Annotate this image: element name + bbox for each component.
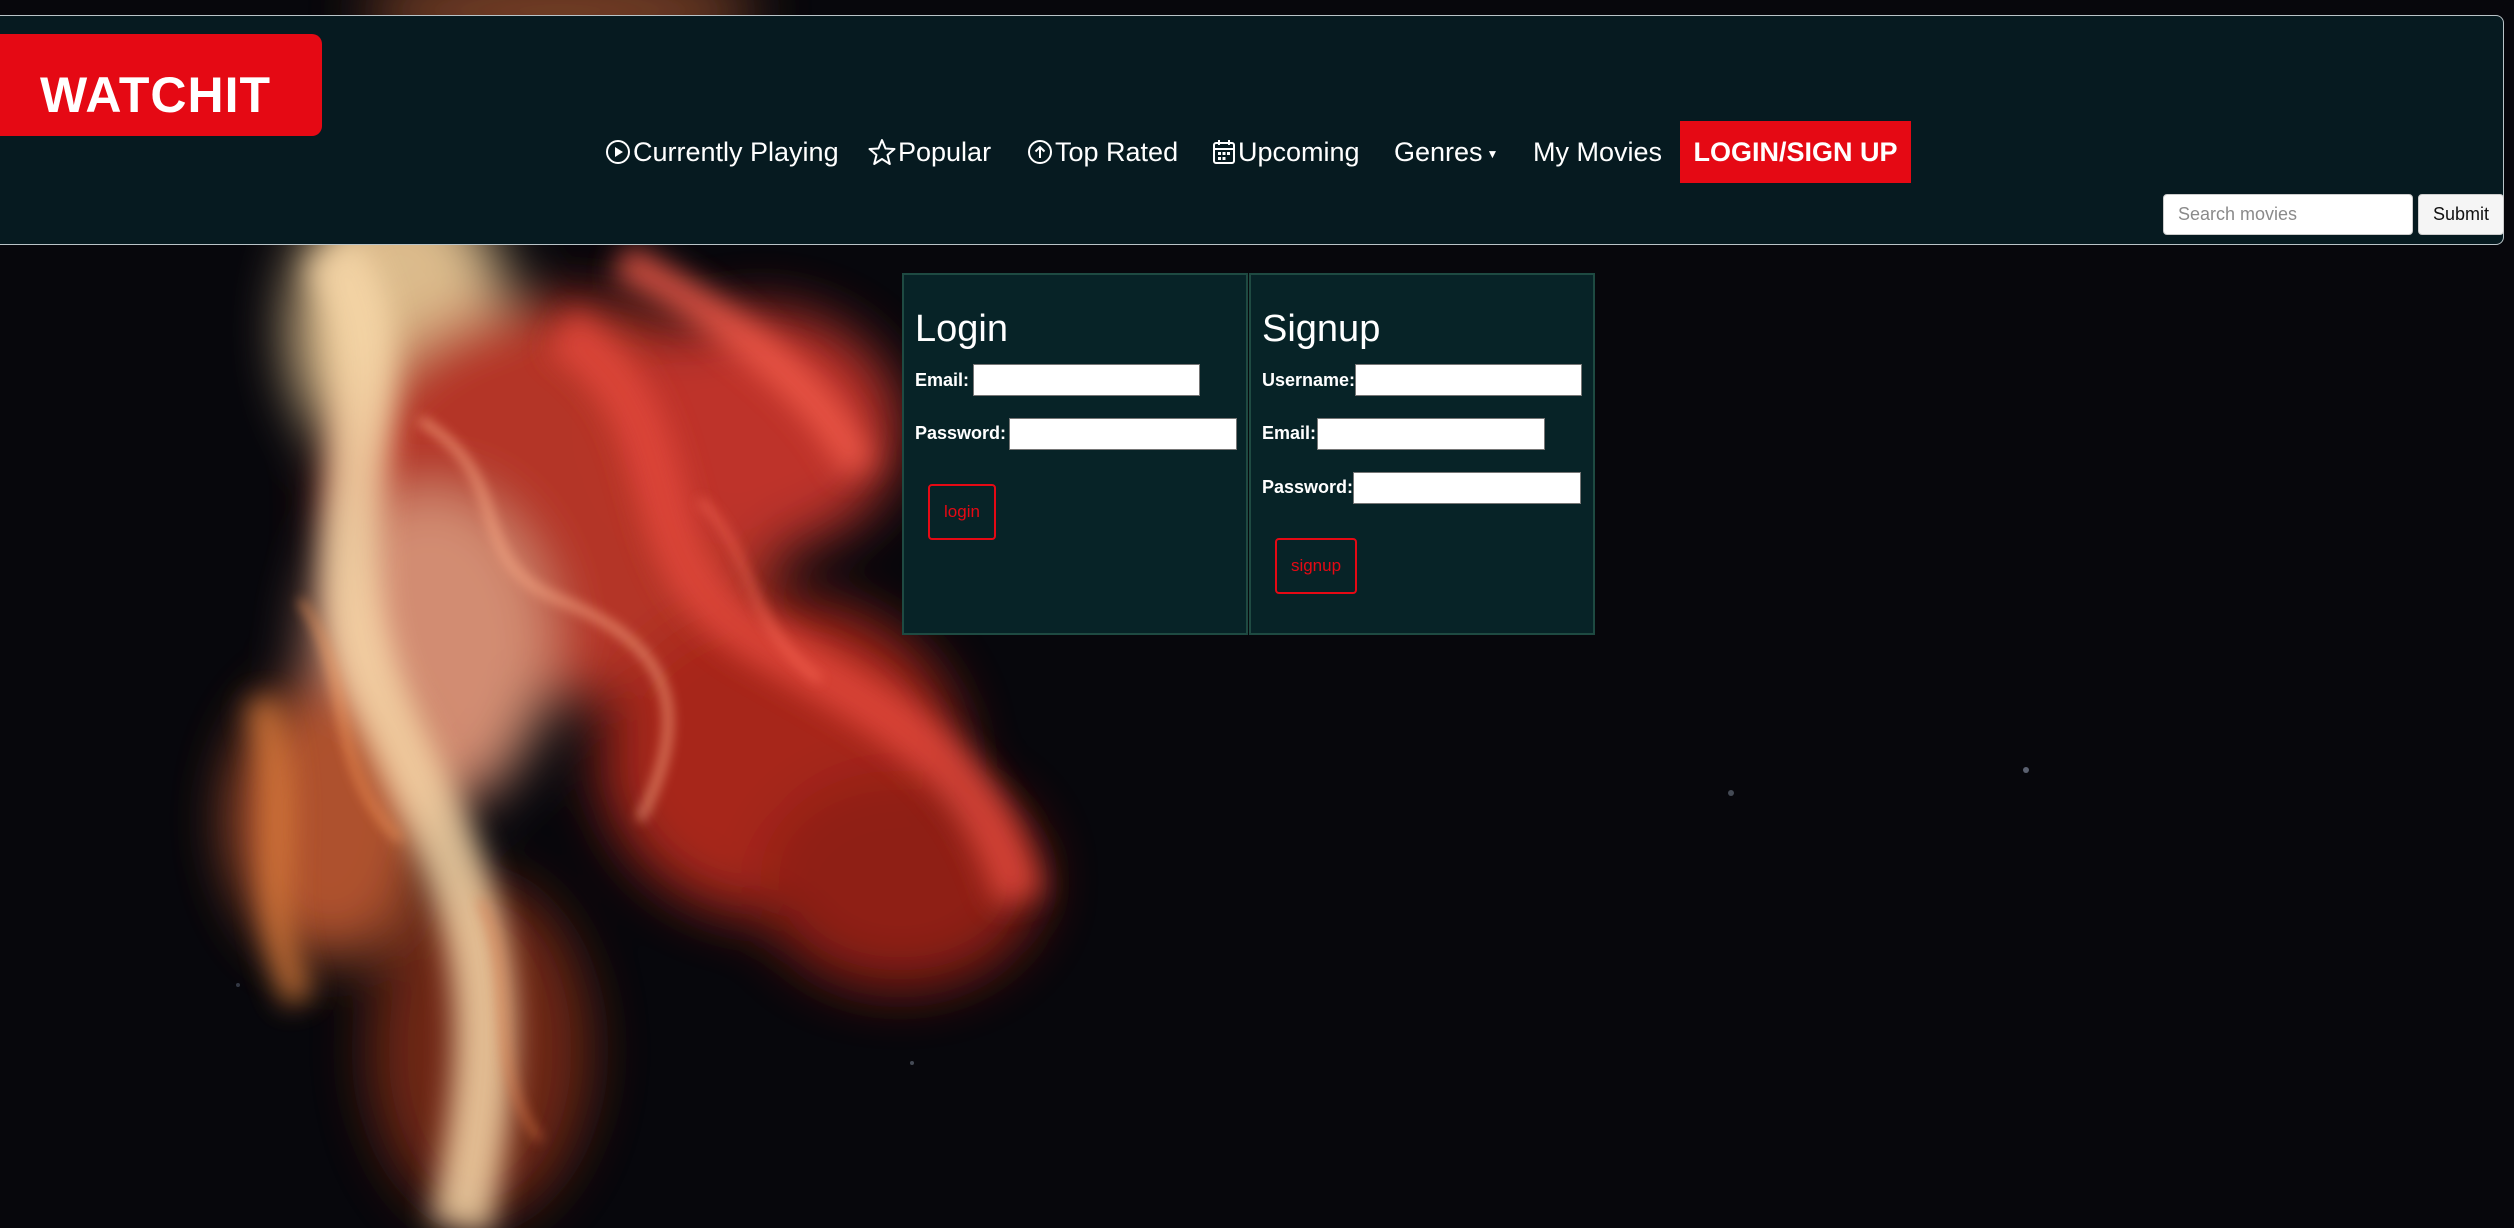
signup-email-label: Email: xyxy=(1262,423,1317,443)
signup-panel: Signup Username: Email: Password: signup xyxy=(1249,273,1595,635)
nav-popular[interactable]: Popular xyxy=(868,121,991,183)
signup-username-field[interactable] xyxy=(1355,364,1582,396)
calendar-icon xyxy=(1213,140,1235,164)
play-circle-icon xyxy=(606,140,630,164)
signup-button[interactable]: signup xyxy=(1275,538,1357,594)
nav-label: Currently Playing xyxy=(633,136,839,167)
nav-currently-playing[interactable]: Currently Playing xyxy=(605,121,839,183)
page: WATCHIT Currently Playing Popular Top Ra… xyxy=(0,0,2514,1228)
signup-password-field[interactable] xyxy=(1353,472,1581,504)
login-password-label: Password: xyxy=(915,423,1007,443)
star-icon xyxy=(868,139,896,165)
nav-top-rated[interactable]: Top Rated xyxy=(1027,121,1178,183)
nav-my-movies[interactable]: My Movies xyxy=(1533,121,1662,183)
logo-text: WATCHIT xyxy=(40,67,272,123)
brand-logo[interactable]: WATCHIT xyxy=(0,34,322,136)
nav-label: Popular xyxy=(898,136,992,167)
nav-upcoming[interactable]: Upcoming xyxy=(1212,121,1360,183)
nav-label: Top Rated xyxy=(1055,136,1179,167)
login-panel: Login Email: Password: login xyxy=(902,273,1248,635)
arrow-up-circle-icon xyxy=(1028,140,1052,164)
login-email-field[interactable] xyxy=(973,364,1200,396)
nav-label: Genres xyxy=(1394,136,1483,167)
signup-username-label: Username: xyxy=(1262,370,1356,390)
search-input[interactable] xyxy=(2163,194,2413,235)
nav-label: My Movies xyxy=(1533,136,1663,167)
caret-down-icon: ▼ xyxy=(1486,147,1499,161)
nav-genres-dropdown[interactable]: Genres ▼ xyxy=(1394,121,1498,183)
signup-title: Signup xyxy=(1262,308,1381,350)
login-email-label: Email: xyxy=(915,370,970,390)
login-signup-button[interactable]: LOGIN/SIGN UP xyxy=(1680,121,1911,183)
login-button[interactable]: login xyxy=(928,484,996,540)
search-submit-button[interactable]: Submit xyxy=(2418,194,2504,235)
signup-email-field[interactable] xyxy=(1317,418,1545,450)
login-password-field[interactable] xyxy=(1009,418,1237,450)
nav-label: Upcoming xyxy=(1238,136,1360,167)
signup-password-label: Password: xyxy=(1262,477,1354,497)
login-title: Login xyxy=(915,308,1008,350)
